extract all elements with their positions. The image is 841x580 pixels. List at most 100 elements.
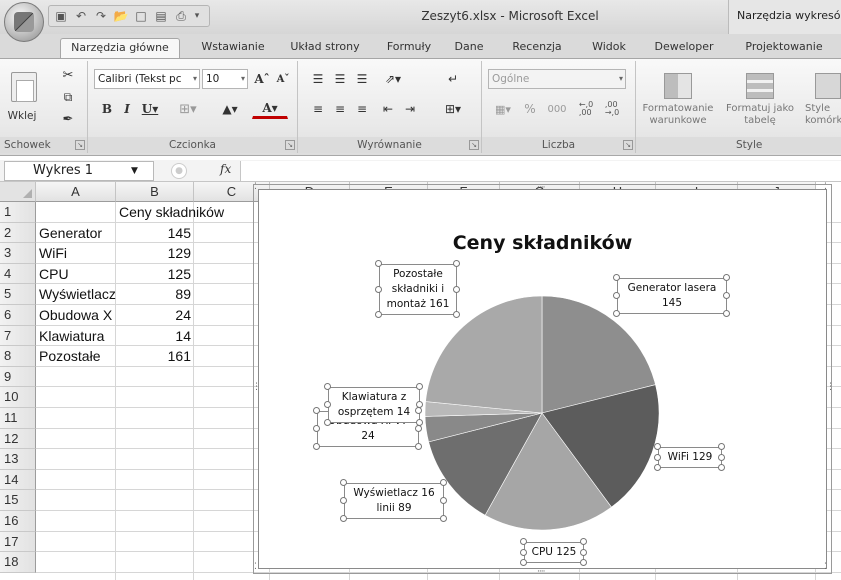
- cell-b7[interactable]: 14: [116, 328, 194, 345]
- tab-insert[interactable]: Wstawianie: [192, 38, 274, 58]
- label-resize-handle[interactable]: [580, 538, 587, 545]
- save-icon[interactable]: ▣: [53, 8, 69, 24]
- row-header-1[interactable]: 1: [0, 202, 36, 223]
- chart-area[interactable]: Ceny składników Generator lasera 145 WiFi…: [258, 189, 827, 569]
- label-resize-handle[interactable]: [718, 453, 725, 461]
- clipboard-launcher-icon[interactable]: ↘: [75, 140, 85, 150]
- row-header-3[interactable]: 3: [0, 243, 36, 264]
- row-header-5[interactable]: 5: [0, 284, 36, 305]
- cancel-icon[interactable]: ●: [171, 163, 187, 179]
- column-header-b[interactable]: B: [116, 182, 194, 202]
- chart-resize-handle[interactable]: ⋮: [252, 382, 261, 392]
- align-center-icon[interactable]: ≡: [330, 99, 350, 119]
- wrap-text-icon[interactable]: ↵: [442, 69, 464, 89]
- label-resize-handle[interactable]: [340, 515, 347, 522]
- align-bottom-icon[interactable]: ☰: [352, 69, 372, 89]
- cell-b6[interactable]: 24: [116, 307, 194, 324]
- italic-icon[interactable]: I: [118, 99, 136, 119]
- cell-b8[interactable]: 161: [116, 348, 194, 365]
- align-right-icon[interactable]: ≡: [352, 99, 372, 119]
- label-resize-handle[interactable]: [415, 425, 422, 432]
- increase-indent-icon[interactable]: ⇥: [400, 99, 420, 119]
- row-header-7[interactable]: 7: [0, 325, 36, 347]
- align-top-icon[interactable]: ☰: [308, 69, 328, 89]
- data-label-wyswietlacz[interactable]: Wyświetlacz 16 linii 89: [344, 483, 444, 519]
- label-resize-handle[interactable]: [440, 479, 447, 486]
- chart-resize-handle[interactable]: ····: [537, 183, 546, 193]
- row-header-18[interactable]: 18: [0, 552, 36, 573]
- chart-resize-handle[interactable]: ⁚: [254, 182, 257, 192]
- label-resize-handle[interactable]: [416, 419, 423, 426]
- tab-data[interactable]: Dane: [446, 38, 492, 58]
- chart-resize-handle[interactable]: ⁚: [824, 182, 827, 192]
- print-icon[interactable]: ⎙: [173, 8, 189, 24]
- cell-b1[interactable]: Ceny składników: [116, 204, 256, 221]
- tab-developer[interactable]: Deweloper: [648, 38, 720, 58]
- cell-styles-button[interactable]: Style komórki: [804, 65, 841, 135]
- formula-input[interactable]: [240, 161, 841, 181]
- label-resize-handle[interactable]: [324, 419, 331, 426]
- percent-icon[interactable]: %: [520, 99, 540, 119]
- label-resize-handle[interactable]: [613, 310, 620, 317]
- label-resize-handle[interactable]: [340, 479, 347, 486]
- cell-a6[interactable]: Obudowa X: [36, 307, 116, 324]
- label-resize-handle[interactable]: [453, 311, 460, 318]
- data-label-wifi[interactable]: WiFi 129: [658, 447, 722, 468]
- label-resize-handle[interactable]: [440, 497, 447, 504]
- label-resize-handle[interactable]: [415, 407, 422, 414]
- bold-icon[interactable]: B: [98, 99, 116, 119]
- new-icon[interactable]: □: [133, 8, 149, 24]
- label-resize-handle[interactable]: [723, 310, 730, 317]
- label-resize-handle[interactable]: [520, 559, 527, 566]
- row-header-12[interactable]: 12: [0, 428, 36, 450]
- chart-resize-handle[interactable]: ⁚: [254, 562, 257, 572]
- row-header-4[interactable]: 4: [0, 263, 36, 285]
- label-resize-handle[interactable]: [654, 453, 661, 461]
- label-resize-handle[interactable]: [580, 548, 587, 556]
- row-header-14[interactable]: 14: [0, 469, 36, 491]
- label-resize-handle[interactable]: [324, 383, 331, 390]
- font-size-combo[interactable]: 10 ▾: [202, 69, 248, 89]
- label-resize-handle[interactable]: [453, 260, 460, 267]
- align-middle-icon[interactable]: ☰: [330, 69, 350, 89]
- font-color-icon[interactable]: A▾: [252, 99, 288, 119]
- cell-a7[interactable]: Klawiatura: [36, 328, 116, 345]
- number-format-combo[interactable]: Ogólne ▾: [488, 69, 626, 89]
- data-label-generator-lasera[interactable]: Generator lasera 145: [617, 278, 727, 314]
- borders-icon[interactable]: ⊞▾: [170, 99, 206, 119]
- tab-formulas[interactable]: Formuły: [378, 38, 440, 58]
- label-resize-handle[interactable]: [440, 515, 447, 522]
- label-resize-handle[interactable]: [654, 443, 661, 450]
- office-button[interactable]: [4, 2, 44, 42]
- grow-font-icon[interactable]: Aˆ: [252, 69, 272, 89]
- format-painter-icon[interactable]: ✒: [56, 109, 80, 129]
- cell-b5[interactable]: 89: [116, 286, 194, 303]
- name-box[interactable]: Wykres 1 ▼: [4, 161, 154, 181]
- label-resize-handle[interactable]: [340, 497, 347, 504]
- decrease-decimal-icon[interactable]: ,00 →,0: [600, 99, 624, 119]
- cell-b4[interactable]: 125: [116, 266, 194, 283]
- cell-b3[interactable]: 129: [116, 245, 194, 262]
- insert-function-button[interactable]: fx: [220, 162, 231, 176]
- label-resize-handle[interactable]: [375, 260, 382, 267]
- tab-view[interactable]: Widok: [584, 38, 634, 58]
- copy-icon[interactable]: ⧉: [56, 87, 80, 107]
- undo-icon[interactable]: ↶: [73, 8, 89, 24]
- label-resize-handle[interactable]: [416, 383, 423, 390]
- label-resize-handle[interactable]: [718, 443, 725, 450]
- label-resize-handle[interactable]: [654, 464, 661, 471]
- cell-b2[interactable]: 145: [116, 225, 194, 242]
- row-header-9[interactable]: 9: [0, 366, 36, 388]
- name-box-dropdown-icon[interactable]: ▼: [131, 162, 138, 180]
- font-launcher-icon[interactable]: ↘: [285, 140, 295, 150]
- thousands-separator-icon[interactable]: 000: [542, 99, 572, 119]
- redo-icon[interactable]: ↷: [93, 8, 109, 24]
- label-resize-handle[interactable]: [520, 548, 527, 556]
- shrink-font-icon[interactable]: Aˇ: [274, 69, 292, 89]
- number-launcher-icon[interactable]: ↘: [623, 140, 633, 150]
- tab-design[interactable]: Projektowanie: [736, 38, 832, 58]
- label-resize-handle[interactable]: [520, 538, 527, 545]
- select-all-corner[interactable]: [0, 182, 36, 202]
- decrease-indent-icon[interactable]: ⇤: [378, 99, 398, 119]
- cell-a5[interactable]: Wyświetlacz: [36, 286, 116, 303]
